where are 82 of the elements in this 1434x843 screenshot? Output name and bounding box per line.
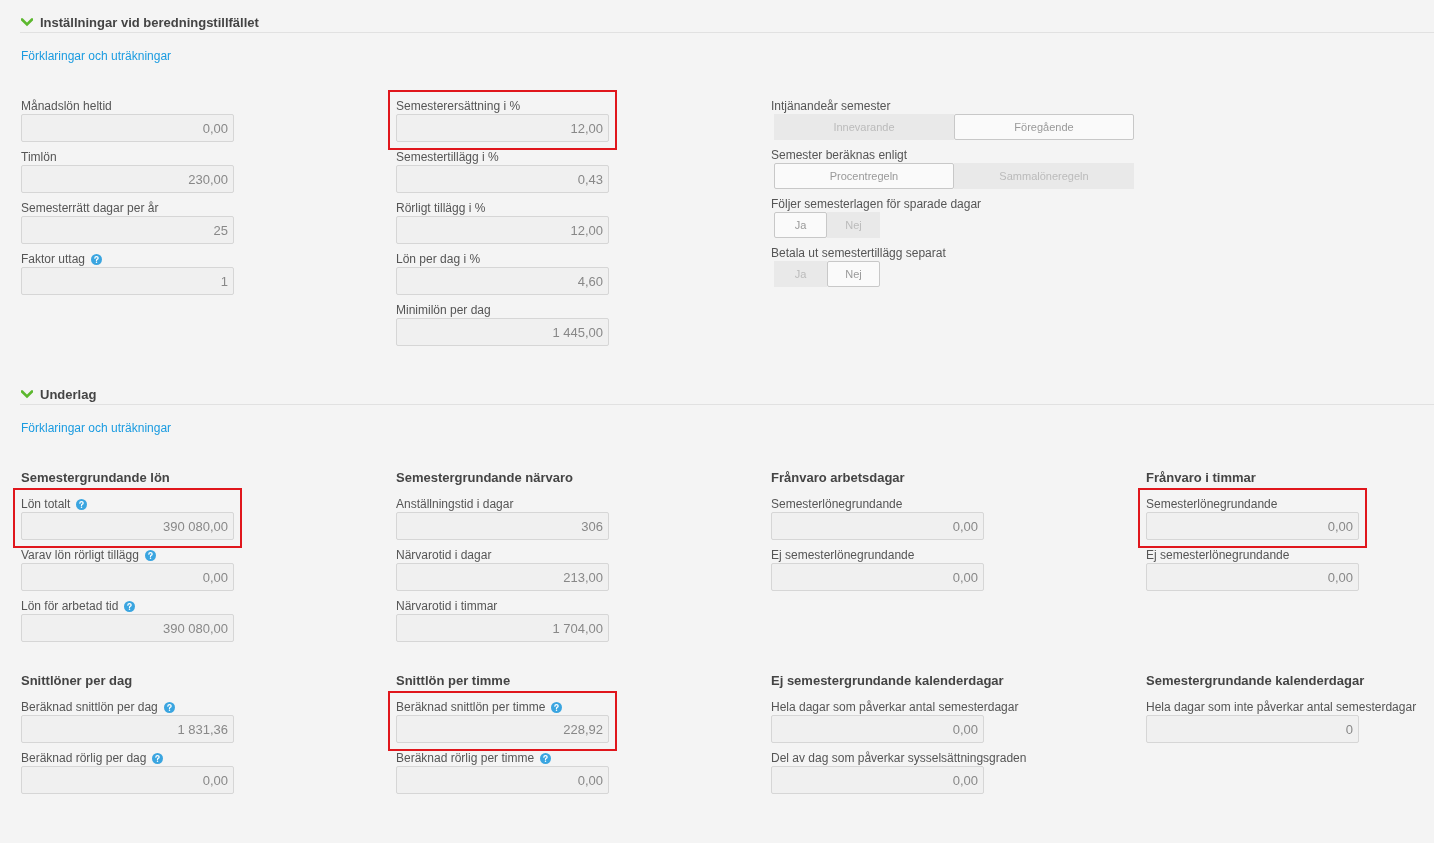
input-field[interactable]: 0,43 bbox=[396, 165, 609, 193]
input-field[interactable]: 390 080,00 bbox=[21, 614, 234, 642]
group-heading: Semestergrundande kalenderdagar bbox=[1146, 673, 1365, 689]
input-field[interactable]: 12,00 bbox=[396, 114, 609, 142]
help-icon[interactable] bbox=[163, 701, 175, 713]
input-field[interactable]: 306 bbox=[396, 512, 609, 540]
help-icon[interactable] bbox=[91, 253, 103, 265]
field-label: Beräknad snittlön per dag bbox=[21, 700, 158, 714]
group-heading: Frånvaro arbetsdagar bbox=[771, 470, 905, 486]
help-icon[interactable] bbox=[124, 600, 136, 612]
field-label: Del av dag som påverkar sysselsättningsgraden bbox=[771, 751, 1027, 765]
input-field[interactable]: 1 445,00 bbox=[396, 318, 609, 346]
field-label: Semesterlönegrundande bbox=[771, 497, 903, 511]
help-icon[interactable] bbox=[76, 498, 88, 510]
field-label: Faktor uttag bbox=[21, 252, 86, 266]
field-label: Varav lön rörligt tillägg bbox=[21, 548, 139, 562]
section-title: Inställningar vid beredningstillfället bbox=[40, 14, 259, 30]
help-icon[interactable] bbox=[540, 752, 552, 764]
input-field[interactable]: 0,00 bbox=[771, 715, 984, 743]
input-field[interactable]: 0,00 bbox=[21, 563, 234, 591]
field-label: Semestertillägg i % bbox=[396, 150, 499, 164]
toggle-option[interactable]: Procentregeln bbox=[774, 163, 954, 189]
group-heading: Semestergrundande närvaro bbox=[396, 470, 573, 486]
field-label: Närvarotid i timmar bbox=[396, 599, 498, 613]
input-field[interactable]: 0 bbox=[1146, 715, 1359, 743]
input-field[interactable]: 1 bbox=[21, 267, 234, 295]
input-field[interactable]: 390 080,00 bbox=[21, 512, 234, 540]
field-label: Beräknad rörlig per dag bbox=[21, 751, 147, 765]
field-label: Lön totalt bbox=[21, 497, 71, 511]
input-field[interactable]: 1 704,00 bbox=[396, 614, 609, 642]
field-label: Närvarotid i dagar bbox=[396, 548, 492, 562]
input-field[interactable]: 0,00 bbox=[396, 766, 609, 794]
field-label: Beräknad snittlön per timme bbox=[396, 700, 546, 714]
field-label: Rörligt tillägg i % bbox=[396, 201, 486, 215]
input-field[interactable]: 0,00 bbox=[1146, 512, 1359, 540]
toggle-option[interactable]: Nej bbox=[827, 261, 880, 287]
chevron-icon[interactable] bbox=[21, 17, 33, 27]
field-label: Anställningstid i dagar bbox=[396, 497, 514, 511]
field-label: Följer semesterlagen för sparade dagar bbox=[771, 197, 982, 211]
field-label: Timlön bbox=[21, 150, 57, 164]
help-icon[interactable] bbox=[551, 701, 563, 713]
input-field[interactable]: 213,00 bbox=[396, 563, 609, 591]
field-label: Semesterersättning i % bbox=[396, 99, 521, 113]
field-label: Semesterrätt dagar per år bbox=[21, 201, 159, 215]
input-field[interactable]: 230,00 bbox=[21, 165, 234, 193]
input-field[interactable]: 4,60 bbox=[396, 267, 609, 295]
help-icon[interactable] bbox=[144, 549, 156, 561]
field-label: Ej semesterlönegrundande bbox=[771, 548, 915, 562]
input-field[interactable]: 0,00 bbox=[21, 766, 234, 794]
section-title: Underlag bbox=[40, 386, 97, 402]
chevron-icon[interactable] bbox=[21, 389, 33, 399]
field-label: Hela dagar som inte påverkar antal semesterdagar bbox=[1146, 700, 1417, 714]
input-field[interactable]: 0,00 bbox=[771, 563, 984, 591]
field-label: Betala ut semestertillägg separat bbox=[771, 246, 946, 260]
explanations-link[interactable]: Förklaringar och uträkningar bbox=[21, 49, 172, 63]
group-heading: Frånvaro i timmar bbox=[1146, 470, 1256, 486]
input-field[interactable]: 0,00 bbox=[771, 512, 984, 540]
field-label: Lön per dag i % bbox=[396, 252, 481, 266]
input-field[interactable]: 25 bbox=[21, 216, 234, 244]
group-heading: Semestergrundande lön bbox=[21, 470, 170, 486]
input-field[interactable]: 0,00 bbox=[771, 766, 984, 794]
toggle-option[interactable]: Ja bbox=[774, 212, 827, 238]
group-heading: Ej semestergrundande kalenderdagar bbox=[771, 673, 1004, 689]
input-field[interactable]: 12,00 bbox=[396, 216, 609, 244]
field-label: Intjänandeår semester bbox=[771, 99, 891, 113]
field-label: Lön för arbetad tid bbox=[21, 599, 119, 613]
help-icon[interactable] bbox=[152, 752, 164, 764]
field-label: Beräknad rörlig per timme bbox=[396, 751, 535, 765]
explanations-link[interactable]: Förklaringar och uträkningar bbox=[21, 421, 172, 435]
field-label: Minimilön per dag bbox=[396, 303, 491, 317]
field-label: Månadslön heltid bbox=[21, 99, 112, 113]
field-label: Ej semesterlönegrundande bbox=[1146, 548, 1290, 562]
toggle-option[interactable]: Föregående bbox=[954, 114, 1134, 140]
field-label: Hela dagar som påverkar antal semesterdagar bbox=[771, 700, 1019, 714]
input-field[interactable]: 0,00 bbox=[21, 114, 234, 142]
field-label: Semester beräknas enligt bbox=[771, 148, 908, 162]
group-heading: Snittlön per timme bbox=[396, 673, 511, 689]
group-heading: Snittlöner per dag bbox=[21, 673, 133, 689]
input-field[interactable]: 228,92 bbox=[396, 715, 609, 743]
input-field[interactable]: 0,00 bbox=[1146, 563, 1359, 591]
input-field[interactable]: 1 831,36 bbox=[21, 715, 234, 743]
field-label: Semesterlönegrundande bbox=[1146, 497, 1278, 511]
